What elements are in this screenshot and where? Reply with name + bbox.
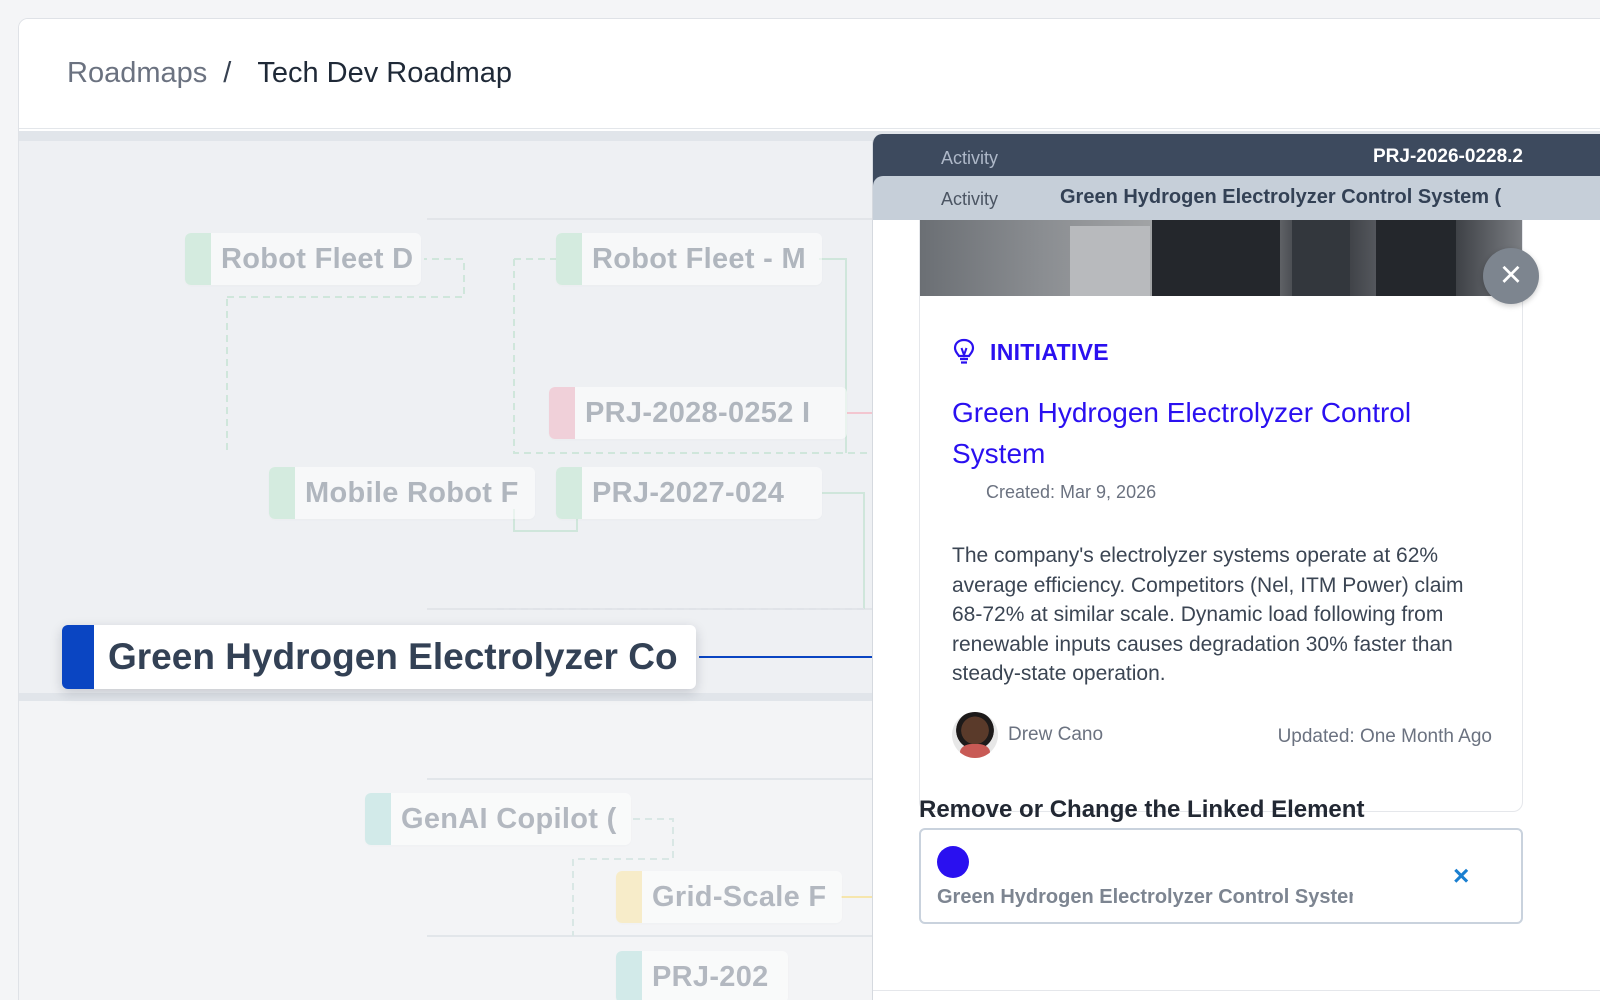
- close-panel-button[interactable]: ×: [1483, 248, 1539, 304]
- image-rack: [1152, 220, 1280, 296]
- breadcrumb-parent-link[interactable]: Roadmaps: [67, 57, 207, 90]
- header-bar: Roadmaps / Tech Dev Roadmap: [19, 19, 1600, 129]
- breadcrumb-separator: /: [223, 57, 232, 89]
- created-date: Created: Mar 9, 2026: [986, 482, 1157, 502]
- card-description: The company's electrolyzer systems opera…: [952, 544, 1464, 685]
- breadcrumb: Roadmaps / Tech Dev Roadmap: [67, 57, 512, 90]
- roadmap-node[interactable]: PRJ-2028-0252 I: [549, 387, 847, 439]
- node-label: Grid-Scale F: [652, 880, 827, 913]
- avatar: [952, 712, 998, 758]
- node-label: Robot Fleet - M: [592, 242, 806, 275]
- roadmap-node[interactable]: PRJ-202: [616, 951, 788, 1000]
- linked-element-field[interactable]: Green Hydrogen Electrolyzer Control Syst…: [919, 828, 1523, 924]
- tab-label: Activity: [941, 148, 999, 168]
- tab-title: Green Hydrogen Electrolyzer Control Syst…: [1060, 186, 1502, 208]
- breadcrumb-current: Tech Dev Roadmap: [257, 57, 512, 89]
- node-label: Mobile Robot F: [305, 476, 519, 509]
- roadmap-node[interactable]: Robot Fleet D: [185, 233, 421, 285]
- detail-side-panel: Activity PRJ-2026-0228.2 Activity Green …: [872, 134, 1600, 1000]
- node-color-bar: [556, 233, 582, 285]
- node-color-bar: [556, 467, 582, 519]
- lightbulb-icon: [953, 338, 975, 364]
- linked-element-color-dot: [937, 846, 969, 878]
- roadmap-node[interactable]: GenAI Copilot (: [365, 793, 631, 845]
- image-rack: [1376, 220, 1456, 296]
- node-label: GenAI Copilot (: [401, 802, 617, 835]
- card-title-link[interactable]: Green Hydrogen Electrolyzer Control Syst…: [952, 392, 1492, 474]
- remove-link-icon[interactable]: ×: [1453, 860, 1469, 892]
- roadmap-node[interactable]: Robot Fleet - M: [556, 233, 822, 285]
- image-rack: [1292, 220, 1350, 296]
- node-label: PRJ-202: [652, 960, 769, 993]
- linked-element-heading: Remove or Change the Linked Element: [919, 796, 1365, 823]
- node-label: Green Hydrogen Electrolyzer Co: [108, 636, 678, 677]
- panel-tab-front[interactable]: Activity Green Hydrogen Electrolyzer Con…: [873, 176, 1600, 220]
- updated-timestamp: Updated: One Month Ago: [1277, 726, 1492, 747]
- node-color-bar: [365, 793, 391, 845]
- card-type-label: INITIATIVE: [990, 338, 1109, 365]
- tab-label: Activity: [941, 189, 999, 209]
- node-color-bar: [269, 467, 295, 519]
- linked-element-name: Green Hydrogen Electrolyzer Control Syst…: [937, 886, 1353, 908]
- selected-roadmap-node[interactable]: Green Hydrogen Electrolyzer Co: [62, 625, 696, 689]
- roadmap-node[interactable]: PRJ-2027-024: [556, 467, 822, 519]
- image-door: [1070, 226, 1150, 296]
- node-label: Robot Fleet D: [221, 242, 414, 275]
- initiative-card: INITIATIVE Green Hydrogen Electrolyzer C…: [919, 220, 1523, 812]
- panel-divider: [873, 990, 1600, 991]
- node-color-bar: [62, 625, 94, 689]
- tab-record-id: PRJ-2026-0228.2: [1373, 146, 1523, 167]
- node-label: PRJ-2028-0252 I: [585, 396, 811, 429]
- node-color-bar: [616, 951, 642, 1000]
- node-color-bar: [549, 387, 575, 439]
- roadmap-node[interactable]: Mobile Robot F: [269, 467, 535, 519]
- owner-row: Drew Cano: [952, 712, 1103, 758]
- card-cover-image: [920, 220, 1522, 296]
- owner-name: Drew Cano: [1008, 724, 1104, 745]
- node-color-bar: [616, 871, 642, 923]
- node-label: PRJ-2027-024: [592, 476, 785, 509]
- card-type-row: INITIATIVE: [952, 338, 1109, 366]
- node-color-bar: [185, 233, 211, 285]
- roadmap-node[interactable]: Grid-Scale F: [616, 871, 842, 923]
